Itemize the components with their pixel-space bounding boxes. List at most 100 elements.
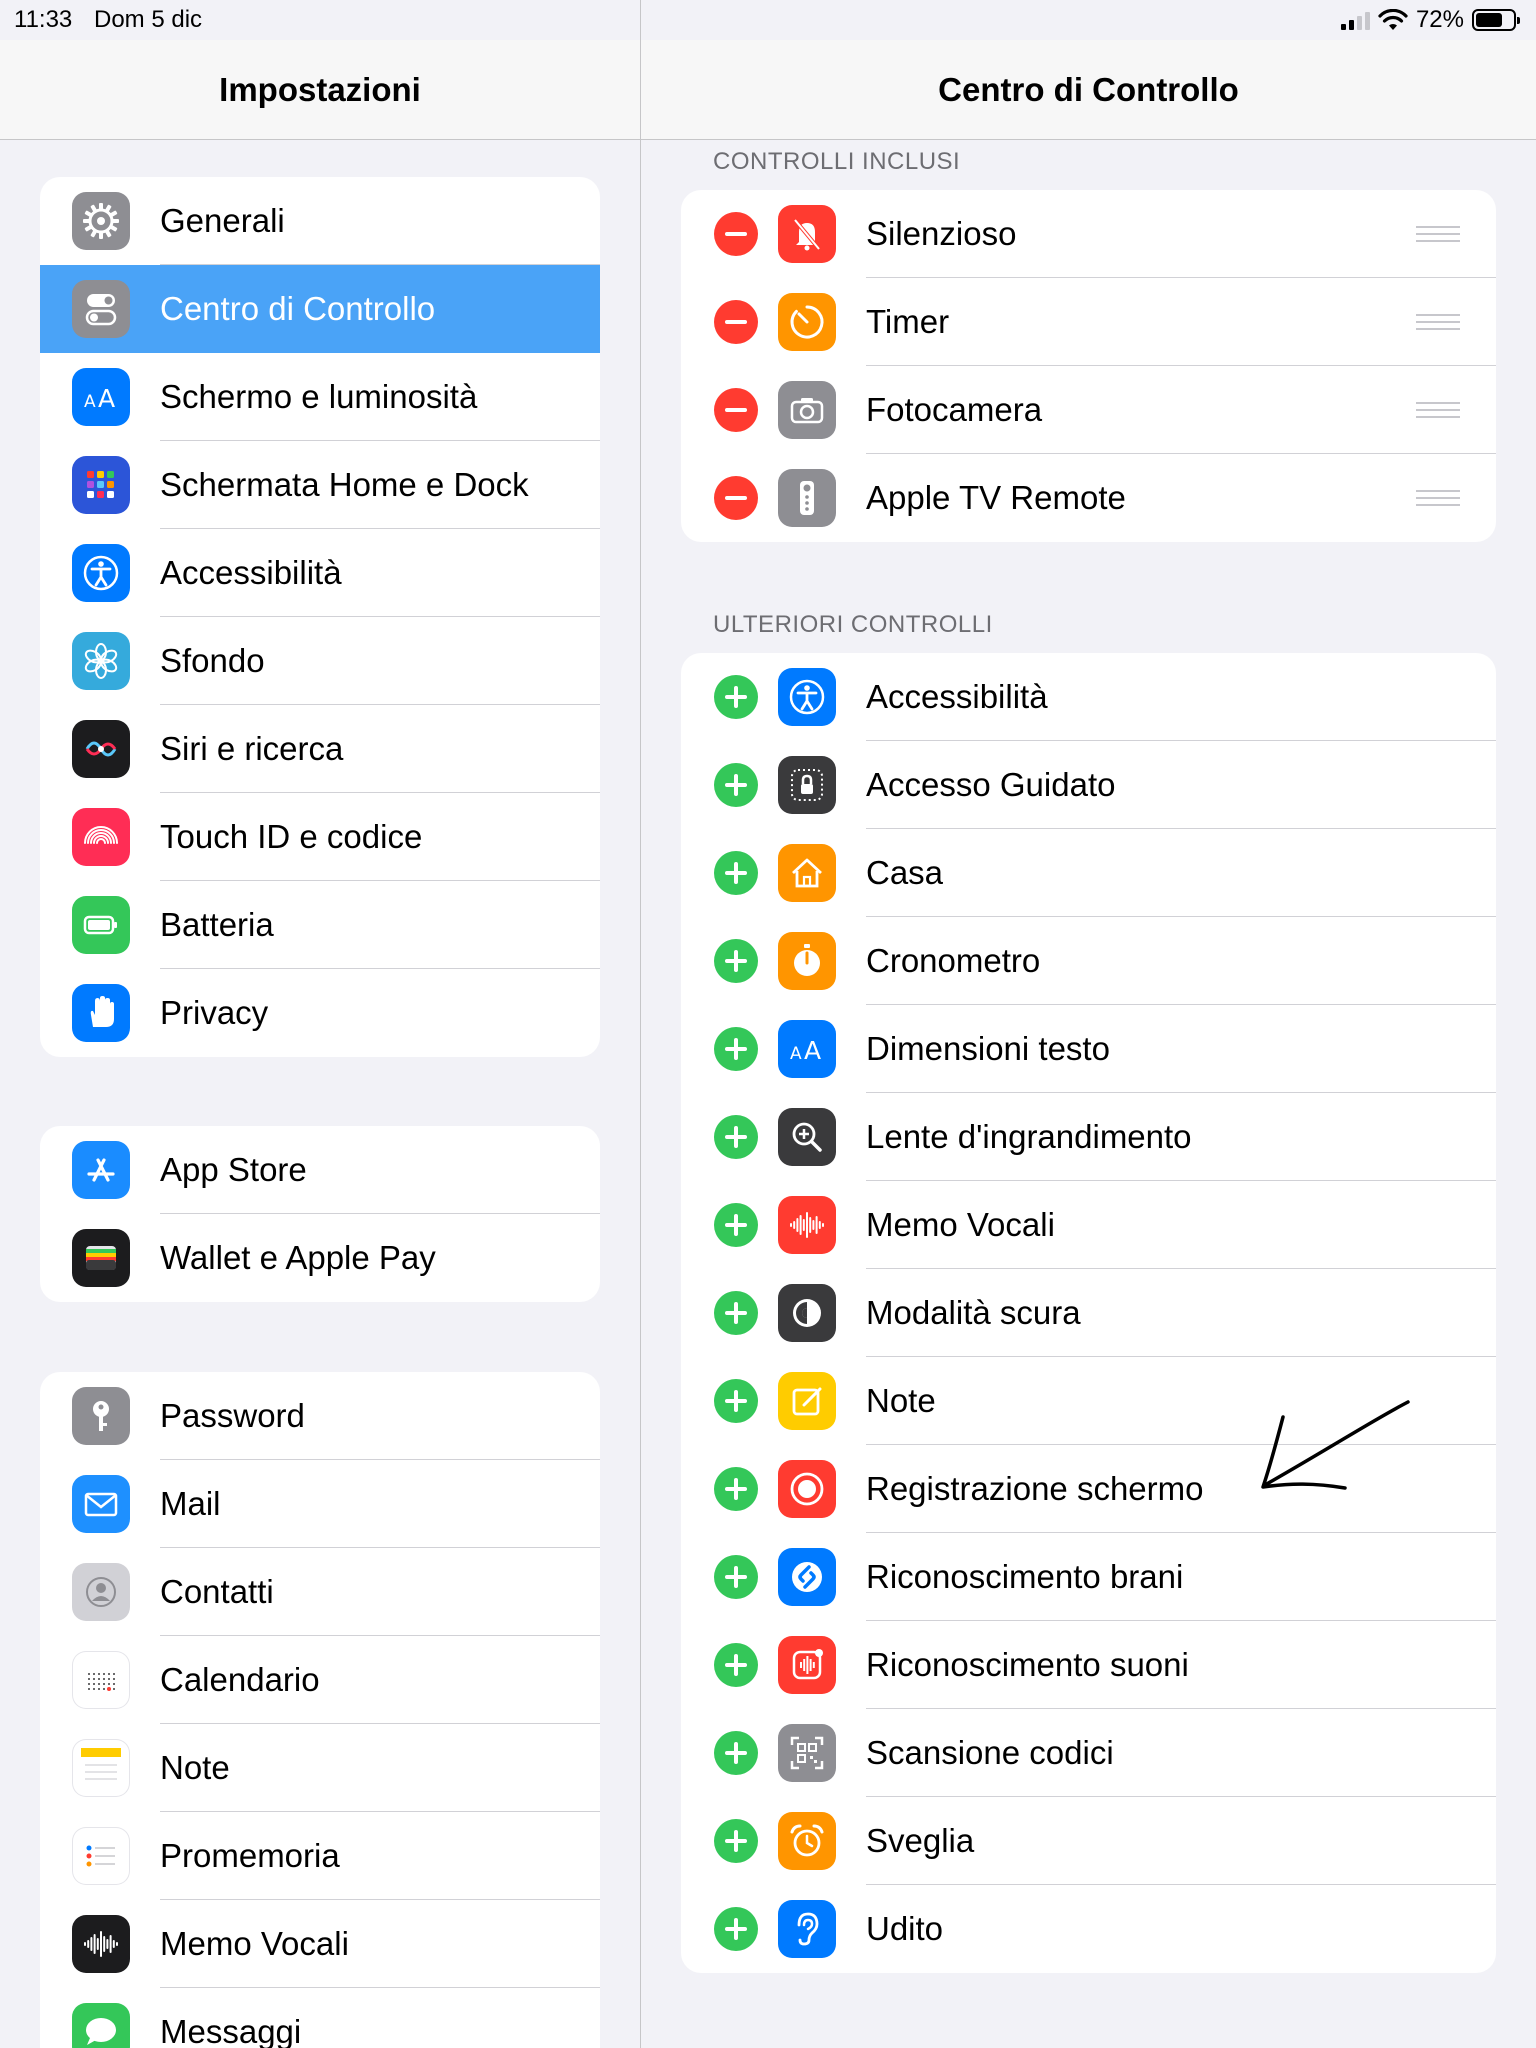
plus-icon-vertical: [734, 1566, 738, 1588]
control-label: Lente d'ingrandimento: [866, 1118, 1192, 1155]
control-row-casa: Casa: [681, 829, 1496, 917]
sidebar-item-messaggi[interactable]: Messaggi: [40, 1988, 600, 2048]
sidebar-item-siri-e-ricerca[interactable]: Siri e ricerca: [40, 705, 600, 793]
add-control-button[interactable]: [714, 763, 758, 807]
control-label: Accesso Guidato: [866, 766, 1116, 803]
control-label: Casa: [866, 854, 944, 891]
add-control-button[interactable]: [714, 1027, 758, 1071]
sidebar-item-label: Messaggi: [160, 2013, 302, 2048]
control-label: Modalità scura: [866, 1294, 1081, 1331]
add-control-button[interactable]: [714, 851, 758, 895]
app-store-icon: [72, 1141, 130, 1199]
sidebar-item-wallet-e-apple-pay[interactable]: Wallet e Apple Pay: [40, 1214, 600, 1302]
sidebar-item-calendario[interactable]: Calendario: [40, 1636, 600, 1724]
reorder-handle-icon[interactable]: [1416, 490, 1460, 511]
sidebar-item-sfondo[interactable]: Sfondo: [40, 617, 600, 705]
control-row-accessibilita: Accessibilità: [681, 653, 1496, 741]
control-label: Silenzioso: [866, 215, 1017, 252]
add-control-button[interactable]: [714, 1379, 758, 1423]
control-row-cronometro: Cronometro: [681, 917, 1496, 1005]
add-control-button[interactable]: [714, 1643, 758, 1687]
detail-header: Centro di Controllo: [641, 40, 1536, 140]
sidebar-item-centro-di-controllo[interactable]: Centro di Controllo: [40, 265, 600, 353]
accessibility-icon: [72, 544, 130, 602]
sidebar-item-accessibilita[interactable]: Accessibilità: [40, 529, 600, 617]
bell-slash-icon: [778, 205, 836, 263]
sidebar-item-label: Contatti: [160, 1573, 274, 1610]
remove-control-button[interactable]: [714, 476, 758, 520]
plus-icon-vertical: [734, 1478, 738, 1500]
add-control-button[interactable]: [714, 939, 758, 983]
add-control-button[interactable]: [714, 1115, 758, 1159]
control-label: Cronometro: [866, 942, 1041, 979]
hand-icon: [72, 984, 130, 1042]
lock-icon: [778, 756, 836, 814]
sidebar-item-touch-id-e-codice[interactable]: Touch ID e codice: [40, 793, 600, 881]
status-bar: 11:33 Dom 5 dic 72%: [0, 0, 1536, 40]
fingerprint-icon: [72, 808, 130, 866]
sidebar-item-label: Wallet e Apple Pay: [160, 1239, 436, 1276]
reorder-handle-icon[interactable]: [1416, 226, 1460, 247]
settings-group-1: Generali Centro di Controllo A A Schermo e l…: [40, 177, 600, 1057]
sidebar-item-label: Schermata Home e Dock: [160, 466, 529, 503]
sidebar-item-note[interactable]: Note: [40, 1724, 600, 1812]
control-label: Sveglia: [866, 1822, 975, 1859]
control-row-riconoscimento-brani: Riconoscimento brani: [681, 1533, 1496, 1621]
sidebar-item-privacy[interactable]: Privacy: [40, 969, 600, 1057]
sidebar-item-label: Siri e ricerca: [160, 730, 344, 767]
sidebar-item-label: Batteria: [160, 906, 274, 943]
plus-icon-vertical: [734, 774, 738, 796]
add-control-button[interactable]: [714, 1291, 758, 1335]
sidebar-item-schermo-e-luminosita[interactable]: A A Schermo e luminosità: [40, 353, 600, 441]
sidebar-item-batteria[interactable]: Batteria: [40, 881, 600, 969]
plus-icon-vertical: [734, 1654, 738, 1676]
minus-icon: [725, 320, 747, 324]
waveform-icon: [72, 1915, 130, 1973]
control-row-accesso-guidato: Accesso Guidato: [681, 741, 1496, 829]
record-icon: [778, 1460, 836, 1518]
add-control-button[interactable]: [714, 675, 758, 719]
sidebar-item-schermata-home-e-dock[interactable]: Schermata Home e Dock: [40, 441, 600, 529]
sidebar-item-contatti[interactable]: Contatti: [40, 1548, 600, 1636]
status-time: 11:33: [14, 6, 73, 33]
sidebar-item-password[interactable]: Password: [40, 1372, 600, 1460]
plus-icon-vertical: [734, 1390, 738, 1412]
sidebar-item-label: Memo Vocali: [160, 1925, 349, 1962]
detail-title: Centro di Controllo: [938, 70, 1239, 108]
add-control-button[interactable]: [714, 1555, 758, 1599]
split-divider: [640, 0, 641, 2048]
sidebar-item-mail[interactable]: Mail: [40, 1460, 600, 1548]
plus-icon-vertical: [734, 1830, 738, 1852]
included-controls-list: Silenzioso Timer Fotocamera Apple TV Remote: [681, 190, 1496, 542]
included-section-header: CONTROLLI INCLUSI: [713, 148, 961, 175]
sidebar-item-promemoria[interactable]: Promemoria: [40, 1812, 600, 1900]
wifi-icon: [1378, 9, 1408, 30]
control-label: Udito: [866, 1910, 944, 1947]
add-control-button[interactable]: [714, 1467, 758, 1511]
minus-icon: [725, 408, 747, 412]
remove-control-button[interactable]: [714, 388, 758, 432]
control-row-scansione-codici: Scansione codici: [681, 1709, 1496, 1797]
sidebar-item-app-store[interactable]: App Store: [40, 1126, 600, 1214]
add-control-button[interactable]: [714, 1819, 758, 1863]
reorder-handle-icon[interactable]: [1416, 402, 1460, 423]
add-control-button[interactable]: [714, 1731, 758, 1775]
gear-icon: [72, 192, 130, 250]
control-label: Note: [866, 1382, 936, 1419]
sidebar-item-memo-vocali[interactable]: Memo Vocali: [40, 1900, 600, 1988]
sidebar-item-generali[interactable]: Generali: [40, 177, 600, 265]
control-row-sveglia: Sveglia: [681, 1797, 1496, 1885]
sidebar-item-label: Schermo e luminosità: [160, 378, 478, 415]
message-icon: [72, 2003, 130, 2048]
add-control-button[interactable]: [714, 1907, 758, 1951]
plus-icon-vertical: [734, 1126, 738, 1148]
plus-icon-vertical: [734, 1742, 738, 1764]
add-control-button[interactable]: [714, 1203, 758, 1247]
sidebar-item-label: App Store: [160, 1151, 307, 1188]
reorder-handle-icon[interactable]: [1416, 314, 1460, 335]
remove-control-button[interactable]: [714, 212, 758, 256]
remove-control-button[interactable]: [714, 300, 758, 344]
notes-icon: [72, 1739, 130, 1797]
flower-icon: [72, 632, 130, 690]
svg-text:A: A: [84, 392, 96, 412]
